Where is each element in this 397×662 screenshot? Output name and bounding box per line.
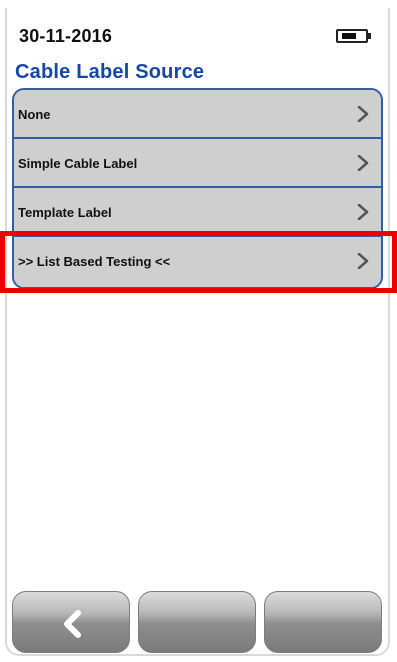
menu-item-none[interactable]: None <box>14 90 381 139</box>
softkey-3-button[interactable] <box>264 591 382 653</box>
chevron-right-icon <box>357 253 369 269</box>
back-button[interactable] <box>12 591 130 653</box>
page-title: Cable Label Source <box>15 61 205 83</box>
softkey-bar <box>12 591 383 653</box>
chevron-right-icon <box>357 155 369 171</box>
chevron-right-icon <box>357 204 369 220</box>
softkey-2-button[interactable] <box>138 591 256 653</box>
status-bar: 30-11-2016 <box>15 18 380 48</box>
battery-icon <box>336 29 371 43</box>
status-date: 30-11-2016 <box>19 26 113 46</box>
device-screen: 30-11-2016 Cable Label Source None Simpl… <box>5 8 390 656</box>
menu-item-simple-cable-label[interactable]: Simple Cable Label <box>14 139 381 188</box>
menu-item-label: None <box>18 107 51 122</box>
chevron-right-icon <box>357 106 369 122</box>
back-icon <box>64 610 81 638</box>
menu-item-template-label[interactable]: Template Label <box>14 188 381 237</box>
menu-item-list-based-testing[interactable]: >> List Based Testing << <box>14 237 381 287</box>
cable-label-source-menu: None Simple Cable Label Template Label >… <box>12 88 383 289</box>
menu-item-label: Template Label <box>18 205 112 220</box>
menu-item-label: Simple Cable Label <box>18 156 138 171</box>
menu-item-label: >> List Based Testing << <box>18 254 171 269</box>
